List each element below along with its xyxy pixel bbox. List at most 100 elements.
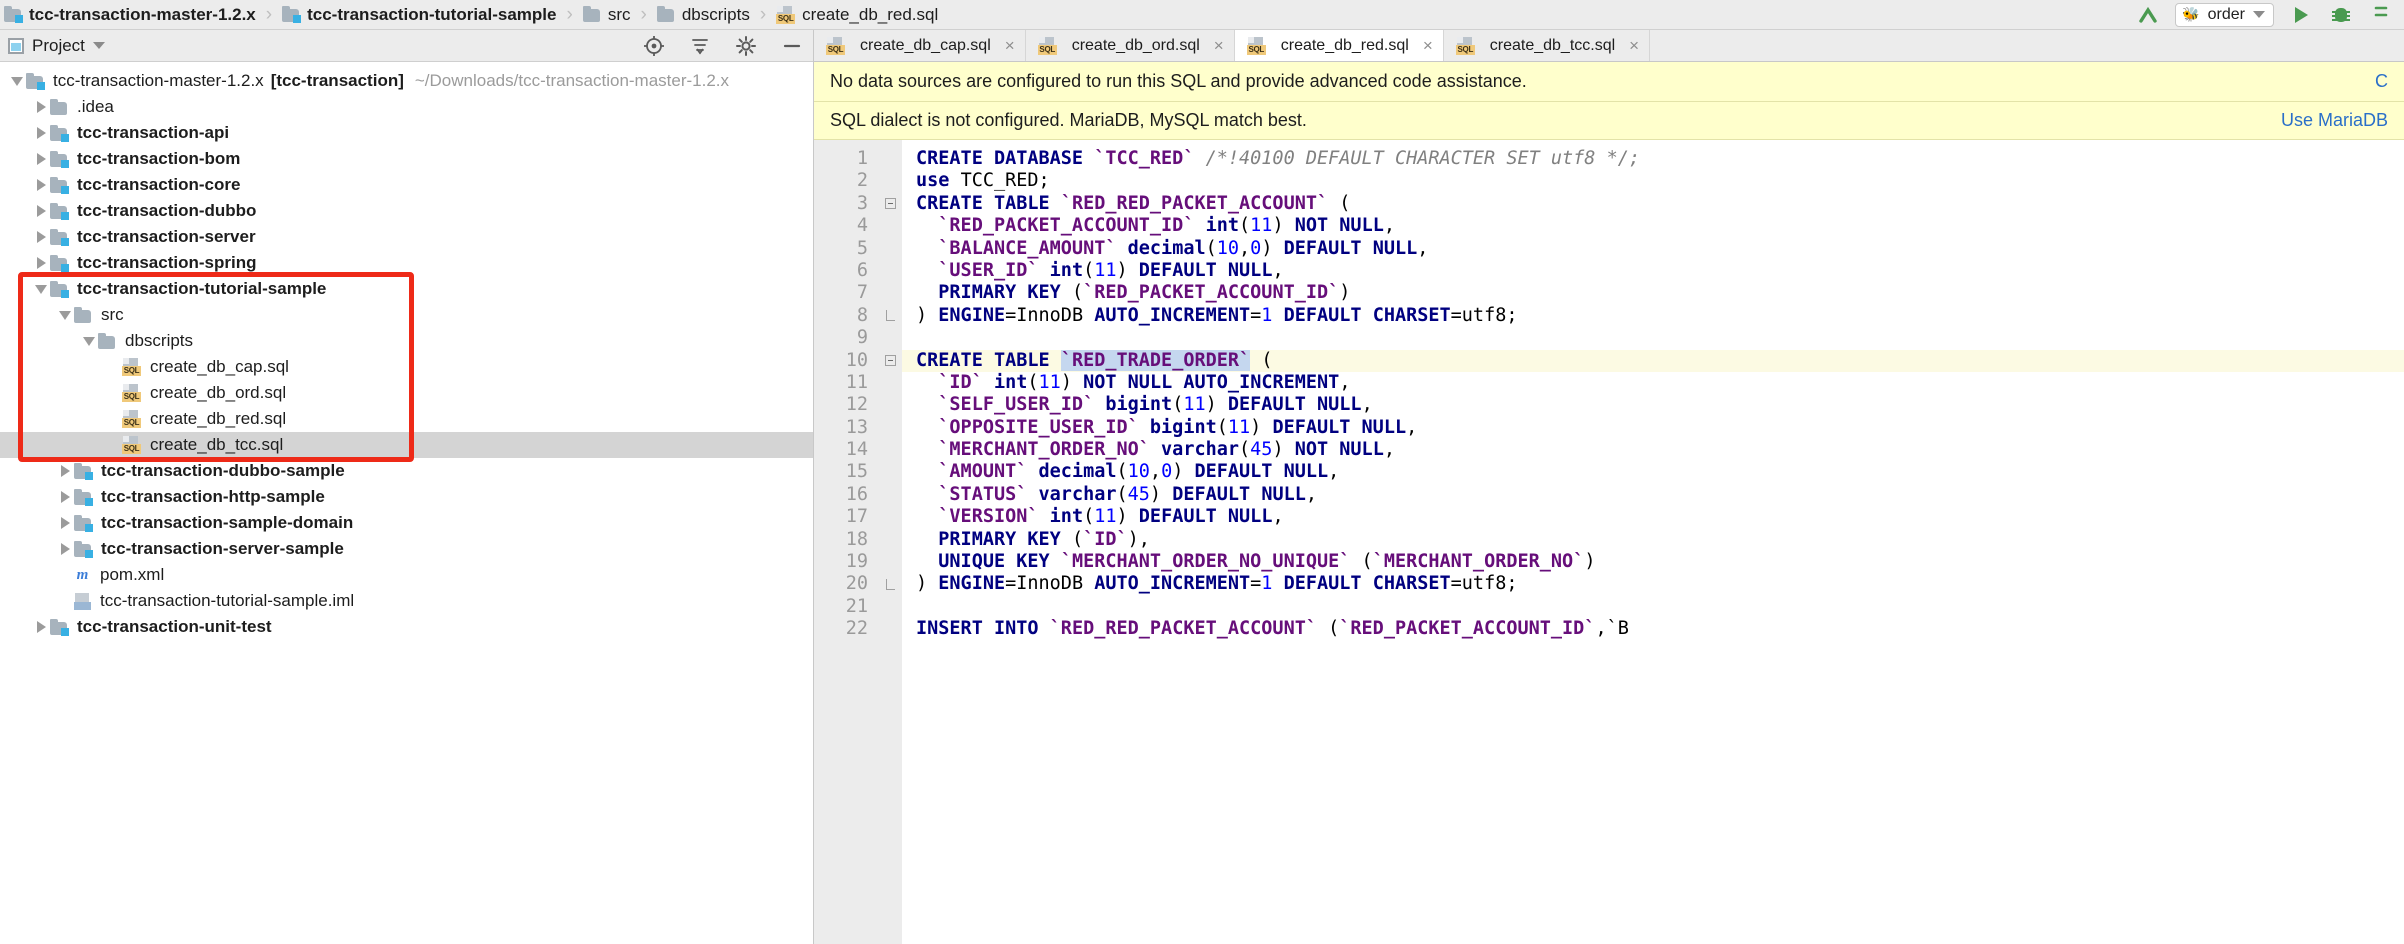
code-line-17[interactable]: `VERSION` int(11) DEFAULT NULL, — [916, 506, 2404, 528]
tree-expander[interactable] — [32, 257, 50, 269]
more-icon[interactable] — [2368, 2, 2394, 28]
tree-expander[interactable] — [8, 76, 26, 86]
code-line-20[interactable]: ) ENGINE=InnoDB AUTO_INCREMENT=1 DEFAULT… — [916, 573, 2404, 595]
tree-node-red[interactable]: SQL create_db_red.sql — [0, 406, 813, 432]
code-line-3[interactable]: CREATE TABLE `RED_RED_PACKET_ACCOUNT` ( — [916, 193, 2404, 215]
locate-icon[interactable] — [643, 35, 665, 57]
editor-tab-0[interactable]: SQL create_db_cap.sql × — [814, 30, 1026, 61]
code-line-8[interactable]: ) ENGINE=InnoDB AUTO_INCREMENT=1 DEFAULT… — [916, 305, 2404, 327]
tree-node-dbscripts[interactable]: dbscripts — [0, 328, 813, 354]
breadcrumb-item-3[interactable]: dbscripts — [656, 5, 750, 25]
tree-node-idea[interactable]: .idea — [0, 94, 813, 120]
code-line-12[interactable]: `SELF_USER_ID` bigint(11) DEFAULT NULL, — [916, 394, 2404, 416]
tree-node-dubbo[interactable]: tcc-transaction-dubbo — [0, 198, 813, 224]
fold-end-icon[interactable] — [885, 310, 895, 322]
tree-node-dubbosample[interactable]: tcc-transaction-dubbo-sample — [0, 458, 813, 484]
breadcrumb-item-0[interactable]: tcc-transaction-master-1.2.x — [4, 5, 256, 25]
fold-marker[interactable] — [878, 193, 902, 215]
code-line-19[interactable]: UNIQUE KEY `MERCHANT_ORDER_NO_UNIQUE` (`… — [916, 551, 2404, 573]
editor-tabs[interactable]: SQL create_db_cap.sql × SQL create_db_ord.sq… — [814, 30, 2404, 62]
tree-node-api[interactable]: tcc-transaction-api — [0, 120, 813, 146]
code-line-21[interactable] — [916, 596, 2404, 618]
project-panel-title-group[interactable]: Project — [8, 36, 105, 56]
code-line-11[interactable]: `ID` int(11) NOT NULL AUTO_INCREMENT, — [916, 372, 2404, 394]
tree-expander[interactable] — [32, 284, 50, 294]
tree-expander[interactable] — [32, 101, 50, 113]
project-tree[interactable]: tcc-transaction-master-1.2.x [tcc-transac… — [0, 62, 813, 944]
tree-node-ord[interactable]: SQL create_db_ord.sql — [0, 380, 813, 406]
close-icon[interactable]: × — [1423, 36, 1433, 56]
code-line-13[interactable]: `OPPOSITE_USER_ID` bigint(11) DEFAULT NU… — [916, 417, 2404, 439]
run-icon[interactable] — [2288, 2, 2314, 28]
code-line-1[interactable]: CREATE DATABASE `TCC_RED` /*!40100 DEFAU… — [916, 148, 2404, 170]
datasource-notice[interactable]: No data sources are configured to run th… — [814, 62, 2404, 102]
tree-node-cap[interactable]: SQL create_db_cap.sql — [0, 354, 813, 380]
code-line-16[interactable]: `STATUS` varchar(45) DEFAULT NULL, — [916, 484, 2404, 506]
tree-node-pom[interactable]: m pom.xml — [0, 562, 813, 588]
code-line-18[interactable]: PRIMARY KEY (`ID`), — [916, 529, 2404, 551]
tree-node-core[interactable]: tcc-transaction-core — [0, 172, 813, 198]
code-line-15[interactable]: `AMOUNT` decimal(10,0) DEFAULT NULL, — [916, 461, 2404, 483]
tree-node-root[interactable]: tcc-transaction-master-1.2.x [tcc-transac… — [0, 68, 813, 94]
code-content[interactable]: CREATE DATABASE `TCC_RED` /*!40100 DEFAU… — [902, 140, 2404, 944]
code-line-2[interactable]: use TCC_RED; — [916, 170, 2404, 192]
tree-node-tutorial[interactable]: tcc-transaction-tutorial-sample — [0, 276, 813, 302]
collapse-all-icon[interactable] — [689, 35, 711, 57]
tree-node-unittest[interactable]: tcc-transaction-unit-test — [0, 614, 813, 640]
tree-node-spring[interactable]: tcc-transaction-spring — [0, 250, 813, 276]
hide-panel-icon[interactable] — [781, 35, 803, 57]
tree-expander[interactable] — [32, 621, 50, 633]
code-line-7[interactable]: PRIMARY KEY (`RED_PACKET_ACCOUNT_ID`) — [916, 282, 2404, 304]
code-line-10[interactable]: CREATE TABLE `RED_TRADE_ORDER` ( — [902, 349, 2404, 372]
close-icon[interactable]: × — [1629, 36, 1639, 56]
tree-expander[interactable] — [56, 543, 74, 555]
run-configuration-selector[interactable]: 🐝 order — [2175, 2, 2274, 27]
sql-editor[interactable]: 1 2 3 4 5 6 7 8 9 10 11 12 13 14 15 16 17 18 19 20 21 22 CREA… — [814, 140, 2404, 944]
dialect-notice[interactable]: SQL dialect is not configured. MariaDB, … — [814, 102, 2404, 140]
breadcrumb-item-2[interactable]: src — [582, 5, 630, 25]
editor-tab-2[interactable]: SQL create_db_red.sql × — [1234, 30, 1444, 61]
code-line-4[interactable]: `RED_PACKET_ACCOUNT_ID` int(11) NOT NULL… — [916, 215, 2404, 237]
tree-expander[interactable] — [56, 465, 74, 477]
tree-expander[interactable] — [32, 127, 50, 139]
code-folding-gutter[interactable] — [878, 140, 902, 944]
tree-expander[interactable] — [56, 310, 74, 320]
tree-expander[interactable] — [32, 205, 50, 217]
tree-expander[interactable] — [32, 179, 50, 191]
editor-tab-3[interactable]: SQL create_db_tcc.sql × — [1443, 30, 1651, 61]
close-icon[interactable]: × — [1214, 36, 1224, 56]
fold-marker[interactable] — [878, 573, 902, 595]
tree-expander[interactable] — [32, 231, 50, 243]
settings-gear-icon[interactable] — [735, 35, 757, 57]
tree-node-tcc[interactable]: SQL create_db_tcc.sql — [0, 432, 813, 458]
tree-node-src[interactable]: src — [0, 302, 813, 328]
code-line-9[interactable] — [916, 327, 2404, 349]
tree-node-serversample[interactable]: tcc-transaction-server-sample — [0, 536, 813, 562]
code-line-5[interactable]: `BALANCE_AMOUNT` decimal(10,0) DEFAULT N… — [916, 238, 2404, 260]
code-line-14[interactable]: `MERCHANT_ORDER_NO` varchar(45) NOT NULL… — [916, 439, 2404, 461]
fold-collapse-icon[interactable] — [884, 198, 896, 210]
tree-node-sampledomain[interactable]: tcc-transaction-sample-domain — [0, 510, 813, 536]
make-project-icon[interactable] — [2135, 2, 2161, 28]
use-mariadb-link[interactable]: Use MariaDB — [2251, 110, 2388, 131]
fold-marker[interactable] — [878, 350, 902, 372]
editor-tab-1[interactable]: SQL create_db_ord.sql × — [1025, 30, 1235, 61]
tree-node-iml[interactable]: tcc-transaction-tutorial-sample.iml — [0, 588, 813, 614]
debug-icon[interactable] — [2328, 2, 2354, 28]
chevron-down-icon[interactable] — [92, 42, 105, 49]
tree-node-server[interactable]: tcc-transaction-server — [0, 224, 813, 250]
tree-node-httpsample[interactable]: tcc-transaction-http-sample — [0, 484, 813, 510]
fold-marker[interactable] — [878, 305, 902, 327]
tree-expander[interactable] — [32, 153, 50, 165]
close-icon[interactable]: × — [1005, 36, 1015, 56]
tree-node-bom[interactable]: tcc-transaction-bom — [0, 146, 813, 172]
code-line-22[interactable]: INSERT INTO `RED_RED_PACKET_ACCOUNT` (`R… — [916, 618, 2404, 640]
breadcrumb-item-4[interactable]: SQL create_db_red.sql — [776, 5, 938, 25]
tree-expander[interactable] — [56, 517, 74, 529]
code-line-6[interactable]: `USER_ID` int(11) DEFAULT NULL, — [916, 260, 2404, 282]
datasource-notice-action[interactable]: C — [2375, 71, 2388, 92]
breadcrumb-item-1[interactable]: tcc-transaction-tutorial-sample — [282, 5, 556, 25]
fold-end-icon[interactable] — [885, 579, 895, 591]
fold-collapse-icon[interactable] — [884, 355, 896, 367]
tree-expander[interactable] — [56, 491, 74, 503]
